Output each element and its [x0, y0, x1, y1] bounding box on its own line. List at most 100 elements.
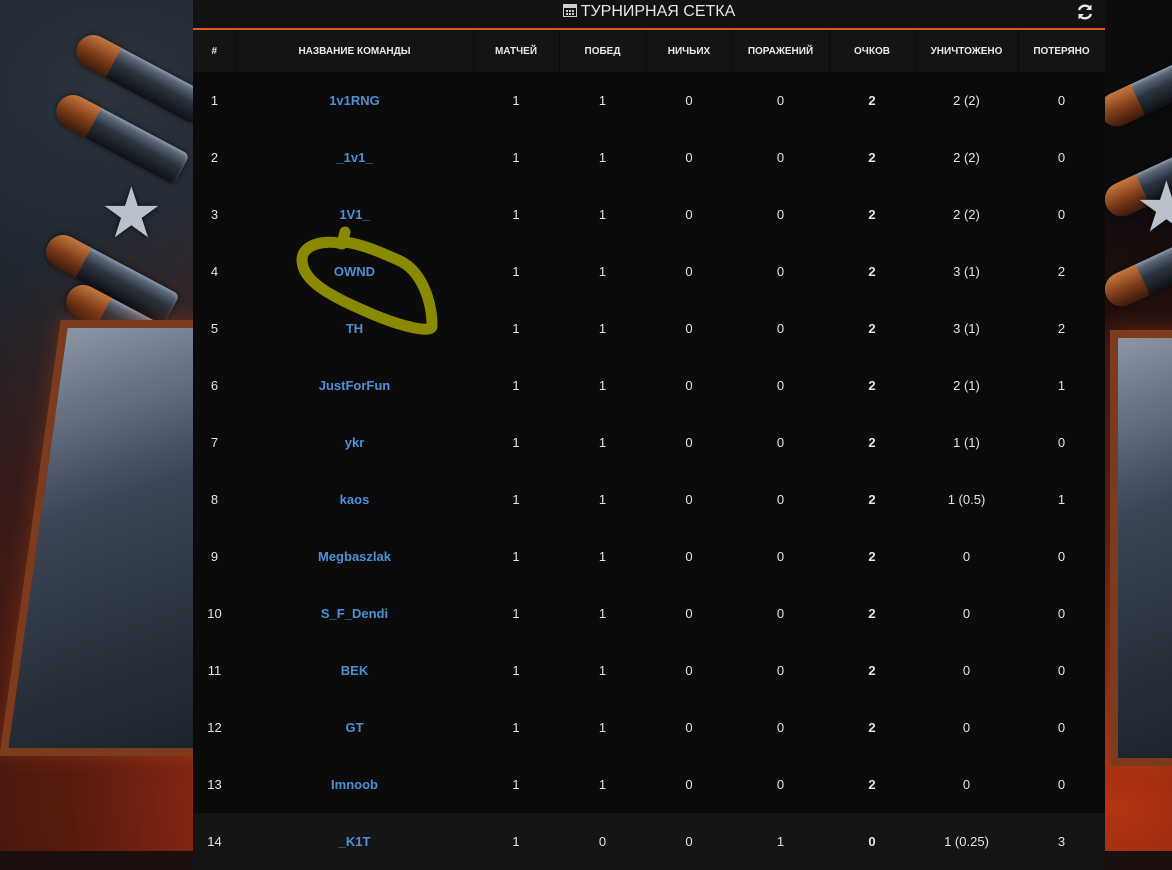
team-link[interactable]: Megbaszlak: [318, 549, 391, 564]
draws-cell: 0: [685, 435, 693, 450]
destroyed-cell: 3 (1): [953, 264, 980, 279]
matches-cell: 1: [512, 207, 520, 222]
points-cell: 2: [868, 264, 876, 279]
team-link[interactable]: 1v1RNG: [329, 93, 380, 108]
points-cell: 0: [829, 813, 915, 870]
team-cell: Megbaszlak: [236, 528, 473, 585]
tournament-panel: ТУРНИРНАЯ СЕТКА # НАЗВАНИЕ КОМАНДЫ МАТЧЕ…: [193, 0, 1106, 870]
team-link[interactable]: OWND: [334, 264, 375, 279]
losses-cell: 0: [776, 435, 785, 450]
team-link[interactable]: 1V1_: [339, 207, 369, 222]
wins-cell: 1: [598, 150, 607, 165]
losses-cell: 0: [776, 378, 785, 393]
table-row: 1 1v1RNG 1 1 0 0 2 2 (2) 0: [193, 72, 1105, 129]
losses-cell: 0: [776, 150, 785, 165]
team-cell: BEK: [236, 642, 473, 699]
team-link[interactable]: S_F_Dendi: [321, 606, 388, 621]
matches-cell: 1: [512, 93, 520, 108]
draws-cell: 0: [685, 150, 693, 165]
losses-cell: 0: [776, 321, 785, 336]
column-header[interactable]: НАЗВАНИЕ КОМАНДЫ: [236, 30, 474, 72]
shell-decoration: [1094, 42, 1172, 132]
column-header[interactable]: МАТЧЕЙ: [473, 30, 560, 72]
star-icon: ★: [1135, 168, 1172, 246]
lost-cell: 3: [1018, 813, 1105, 870]
wins-cell: 1: [598, 777, 607, 792]
losses-cell: 0: [776, 93, 785, 108]
wins-cell: 1: [598, 321, 607, 336]
column-header[interactable]: ПОРАЖЕНИЙ: [732, 30, 830, 72]
matches-cell: 1: [512, 663, 520, 678]
destroyed-cell: 1 (0.5): [947, 492, 986, 507]
draws-cell: 0: [685, 93, 693, 108]
matches-cell: 1: [473, 813, 559, 870]
matches-cell: 1: [512, 150, 520, 165]
team-link[interactable]: BEK: [341, 663, 368, 678]
wins-cell: 1: [598, 720, 607, 735]
rank-cell: 10: [207, 606, 222, 621]
wins-cell: 1: [598, 264, 607, 279]
destroyed-cell: 2 (2): [953, 207, 980, 222]
points-cell: 2: [868, 93, 876, 108]
points-cell: 2: [868, 150, 876, 165]
lost-cell: 0: [1057, 777, 1066, 792]
column-header[interactable]: #: [193, 30, 237, 72]
team-link[interactable]: _K1T: [339, 834, 371, 849]
team-link[interactable]: _1v1_: [336, 150, 372, 165]
column-header[interactable]: УНИЧТОЖЕНО: [915, 30, 1019, 72]
rank-cell: 2: [210, 150, 219, 165]
wins-cell: 1: [598, 378, 607, 393]
points-cell: 2: [868, 549, 876, 564]
team-cell: Imnoob: [236, 756, 473, 813]
team-link[interactable]: GT: [345, 720, 363, 735]
star-icon: ★: [100, 174, 163, 252]
destroyed-cell: 0: [962, 606, 971, 621]
table-row: 14 _K1T 1 0 0 1 0 1 (0.25) 3: [193, 813, 1105, 870]
team-link[interactable]: ykr: [345, 435, 365, 450]
column-header[interactable]: ПОТЕРЯНО: [1018, 30, 1106, 72]
lost-cell: 0: [1057, 207, 1066, 222]
wins-cell: 0: [559, 813, 646, 870]
column-header[interactable]: ОЧКОВ: [829, 30, 916, 72]
lost-cell: 1: [1057, 378, 1066, 393]
losses-cell: 0: [776, 264, 785, 279]
losses-cell: 0: [776, 777, 785, 792]
team-link[interactable]: JustForFun: [319, 378, 391, 393]
column-header[interactable]: НИЧЬИХ: [646, 30, 733, 72]
matches-cell: 1: [512, 492, 520, 507]
team-cell: kaos: [236, 471, 473, 528]
destroyed-cell: 0: [962, 663, 971, 678]
calendar-icon: [562, 4, 577, 17]
rank-cell: 9: [210, 549, 219, 564]
draws-cell: 0: [685, 549, 693, 564]
wins-cell: 1: [598, 492, 607, 507]
team-cell: GT: [236, 699, 473, 756]
page-title: ТУРНИРНАЯ СЕТКА: [193, 0, 1105, 28]
rank-cell: 6: [210, 378, 219, 393]
matches-cell: 1: [512, 549, 520, 564]
lost-cell: 0: [1057, 93, 1066, 108]
draws-cell: 0: [685, 321, 693, 336]
lost-cell: 1: [1057, 492, 1066, 507]
draws-cell: 0: [685, 378, 693, 393]
wins-cell: 1: [598, 549, 607, 564]
refresh-icon[interactable]: [1075, 2, 1095, 22]
rank-cell: 3: [210, 207, 219, 222]
draws-cell: 0: [685, 777, 693, 792]
losses-cell: 0: [776, 549, 785, 564]
losses-cell: 0: [776, 606, 785, 621]
matches-cell: 1: [512, 321, 520, 336]
team-cell: 1v1RNG: [236, 72, 473, 129]
table-row: 12 GT 1 1 0 0 2 0 0: [193, 699, 1105, 756]
letter-decoration: [1110, 330, 1172, 766]
matches-cell: 1: [512, 264, 520, 279]
losses-cell: 0: [776, 492, 785, 507]
wins-cell: 1: [598, 663, 607, 678]
matches-cell: 1: [512, 435, 520, 450]
column-header[interactable]: ПОБЕД: [559, 30, 647, 72]
team-link[interactable]: TH: [346, 321, 363, 336]
table-header-row: # НАЗВАНИЕ КОМАНДЫ МАТЧЕЙ ПОБЕД НИЧЬИХ П…: [193, 30, 1106, 72]
points-cell: 2: [868, 720, 876, 735]
team-link[interactable]: Imnoob: [331, 777, 378, 792]
team-link[interactable]: kaos: [340, 492, 370, 507]
